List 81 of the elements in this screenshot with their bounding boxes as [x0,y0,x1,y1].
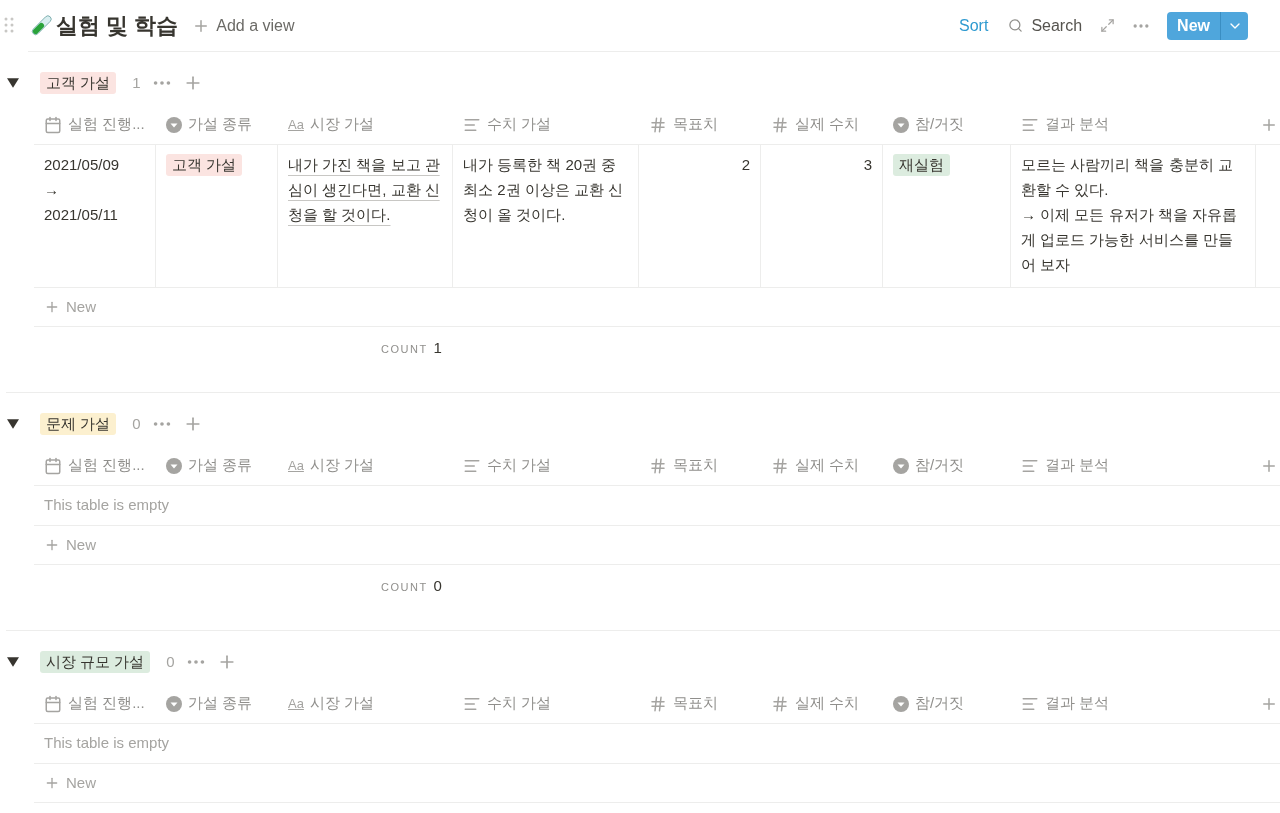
column-header[interactable]: 가설 종류 [188,113,253,136]
triangle-icon [7,77,19,89]
column-header[interactable]: 목표치 [673,454,718,477]
new-row-button[interactable]: New [66,295,96,319]
add-icon [44,775,60,791]
search-button[interactable]: Search [1008,13,1083,38]
calendar-icon [44,456,62,475]
column-header[interactable]: 결과 분석 [1045,454,1110,477]
tag: 고객 가설 [166,154,243,176]
hash-icon [771,694,789,713]
column-header[interactable]: 시장 가설 [309,692,375,715]
table-cell-text: 내가 가진 책을 보고 관심이 생긴다면, 교환 신청을 할 것이다. [288,155,441,225]
column-header[interactable]: 결과 분석 [1045,113,1110,136]
column-header[interactable]: 수치 가설 [487,454,552,477]
text-type-icon: Aa [288,455,304,476]
column-header[interactable]: 목표치 [673,692,718,715]
column-header[interactable]: 수치 가설 [487,692,552,715]
search-icon [1008,18,1024,33]
group-count: 1 [132,72,141,93]
count-label: COUNT [381,342,428,357]
table-cell-text: 3 [862,155,872,175]
hash-icon [649,115,667,134]
hash-icon [771,456,789,475]
drag-handle-icon[interactable] [4,17,14,33]
column-header[interactable]: 결과 분석 [1045,692,1110,715]
column-header[interactable]: 참/거짓 [915,692,965,715]
empty-table-text: This table is empty [44,733,170,754]
column-header[interactable]: 가설 종류 [188,692,253,715]
column-header[interactable]: 실험 진행... [68,454,145,477]
dropdown-circle-icon [893,457,909,474]
table-cell-text: 2 [740,155,750,175]
empty-table-text: This table is empty [44,495,170,516]
column-header[interactable]: 목표치 [673,113,718,136]
page-title: 실험 및 학습 [56,12,179,40]
group-toggle[interactable] [6,418,20,430]
column-header[interactable]: 시장 가설 [309,113,375,136]
column-header[interactable]: 수치 가설 [487,113,552,136]
column-header[interactable]: 실제 수치 [795,454,860,477]
column-header[interactable]: 실험 진행... [68,113,145,136]
group-count: 0 [166,651,175,672]
sort-button[interactable]: Sort [959,13,989,38]
group-toggle[interactable] [6,77,20,89]
column-header[interactable]: 시장 가설 [309,454,375,477]
dropdown-circle-icon [893,116,909,133]
triangle-icon [7,656,19,668]
dropdown-circle-icon [893,695,909,712]
group-label: 고객 가설 [40,72,117,94]
hash-icon [649,456,667,475]
group-label: 문제 가설 [40,413,117,435]
dropdown-circle-icon [166,116,182,133]
group-toggle[interactable] [6,656,20,668]
add-view-button[interactable]: Add a view [192,13,295,38]
count-value: 1 [433,338,442,358]
new-row-button[interactable]: New [66,533,96,557]
column-header[interactable]: 실제 수치 [795,692,860,715]
table-cell-text: 내가 등록한 책 20권 중 최소 2권 이상은 교환 신청이 올 것이다. [463,155,624,225]
calendar-icon [44,694,62,713]
hash-icon [771,115,789,134]
column-header[interactable]: 실험 진행... [68,692,145,715]
dropdown-circle-icon [166,457,182,474]
triangle-icon [7,418,19,430]
column-header[interactable]: 가설 종류 [188,454,253,477]
table-cell-text: 2021/05/09 → 2021/05/11 [44,155,121,225]
add-icon [44,299,60,315]
text-type-icon: Aa [288,693,304,714]
text-type-icon: Aa [288,114,304,135]
column-header[interactable]: 실제 수치 [795,113,860,136]
count-value: 0 [433,576,442,596]
calendar-icon [44,115,62,134]
column-header[interactable]: 참/거짓 [915,454,965,477]
count-label: COUNT [381,580,428,595]
tag: 재실험 [893,154,950,176]
column-header[interactable]: 참/거짓 [915,113,965,136]
hash-icon [649,694,667,713]
group-count: 0 [132,413,141,434]
new-row-button[interactable]: New [66,771,96,795]
group-label: 시장 규모 가설 [40,651,151,673]
add-icon [44,537,60,553]
table-cell-text: 모르는 사람끼리 책을 충분히 교환할 수 있다. → 이제 모든 유저가 책을 자유롭게 업로드 가능한 서비스를 만들어 보자 [1021,155,1238,275]
expand-icon[interactable] [1100,18,1116,33]
dropdown-circle-icon [166,695,182,712]
